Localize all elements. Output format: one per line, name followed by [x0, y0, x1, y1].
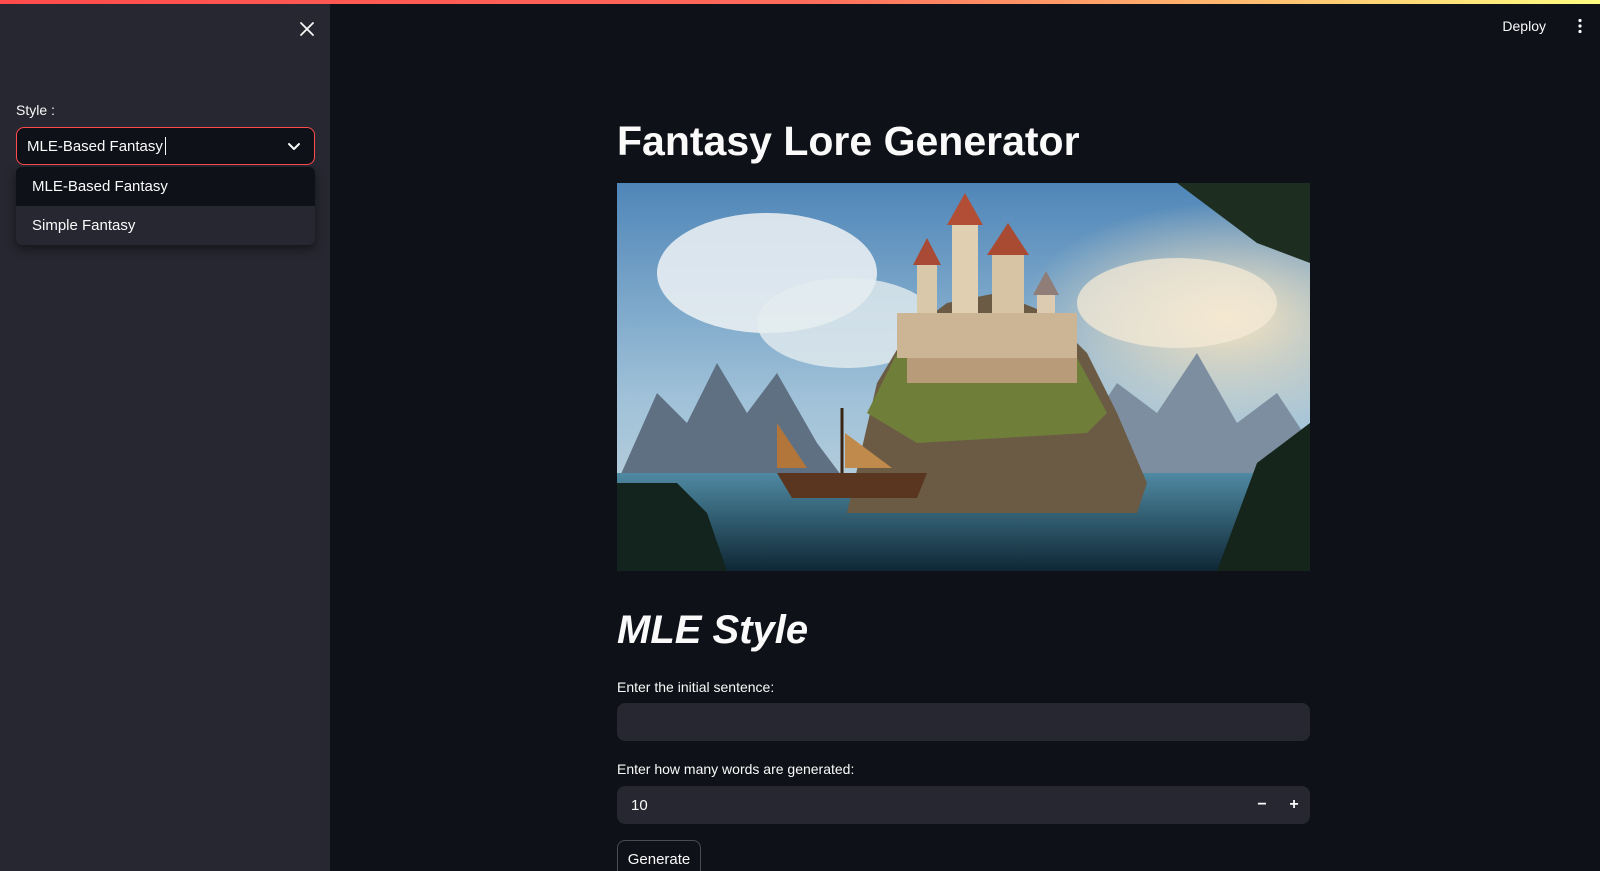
word-count-stepper[interactable]: 10 − + — [617, 786, 1310, 824]
sidebar: Style : MLE-Based Fantasy MLE-Based Fant… — [0, 0, 330, 871]
text-cursor — [164, 137, 166, 155]
header-actions: Deploy — [1502, 12, 1600, 40]
initial-sentence-input[interactable] — [617, 703, 1310, 741]
dropdown-option-mle-based-fantasy[interactable]: MLE-Based Fantasy — [16, 167, 315, 206]
page-title: Fantasy Lore Generator — [617, 118, 1080, 164]
close-icon[interactable] — [294, 16, 320, 42]
style-select-value: MLE-Based Fantasy — [27, 137, 163, 155]
top-decoration-bar — [0, 0, 1600, 4]
deploy-button[interactable]: Deploy — [1502, 18, 1546, 34]
section-title: MLE Style — [617, 608, 809, 652]
hero-image — [617, 183, 1310, 571]
chevron-down-icon — [288, 143, 300, 150]
initial-sentence-label: Enter the initial sentence: — [617, 679, 775, 695]
plus-icon[interactable]: + — [1278, 786, 1310, 824]
word-count-label: Enter how many words are generated: — [617, 761, 855, 777]
style-dropdown-menu: MLE-Based Fantasy Simple Fantasy — [16, 167, 315, 245]
dropdown-option-simple-fantasy[interactable]: Simple Fantasy — [16, 206, 315, 245]
style-label: Style : — [16, 102, 55, 118]
minus-icon[interactable]: − — [1246, 786, 1278, 824]
generate-button[interactable]: Generate — [617, 840, 701, 871]
word-count-value[interactable]: 10 — [617, 797, 1246, 814]
vertical-ellipsis-icon[interactable] — [1570, 16, 1590, 36]
style-select[interactable]: MLE-Based Fantasy — [16, 127, 315, 165]
